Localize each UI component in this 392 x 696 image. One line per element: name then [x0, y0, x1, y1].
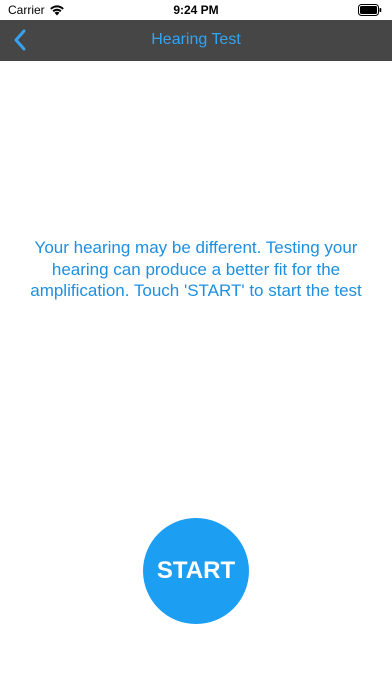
- start-button[interactable]: START: [143, 518, 249, 624]
- hearing-test-screen: Carrier 9:24 PM Hearing Test Your hearin…: [0, 0, 392, 696]
- battery-icon: [358, 4, 382, 16]
- status-bar: Carrier 9:24 PM: [0, 0, 392, 20]
- status-time: 9:24 PM: [173, 3, 219, 17]
- page-title: Hearing Test: [151, 31, 241, 48]
- navigation-bar: Hearing Test: [0, 20, 392, 61]
- instructions-text: Your hearing may be different. Testing y…: [30, 238, 362, 300]
